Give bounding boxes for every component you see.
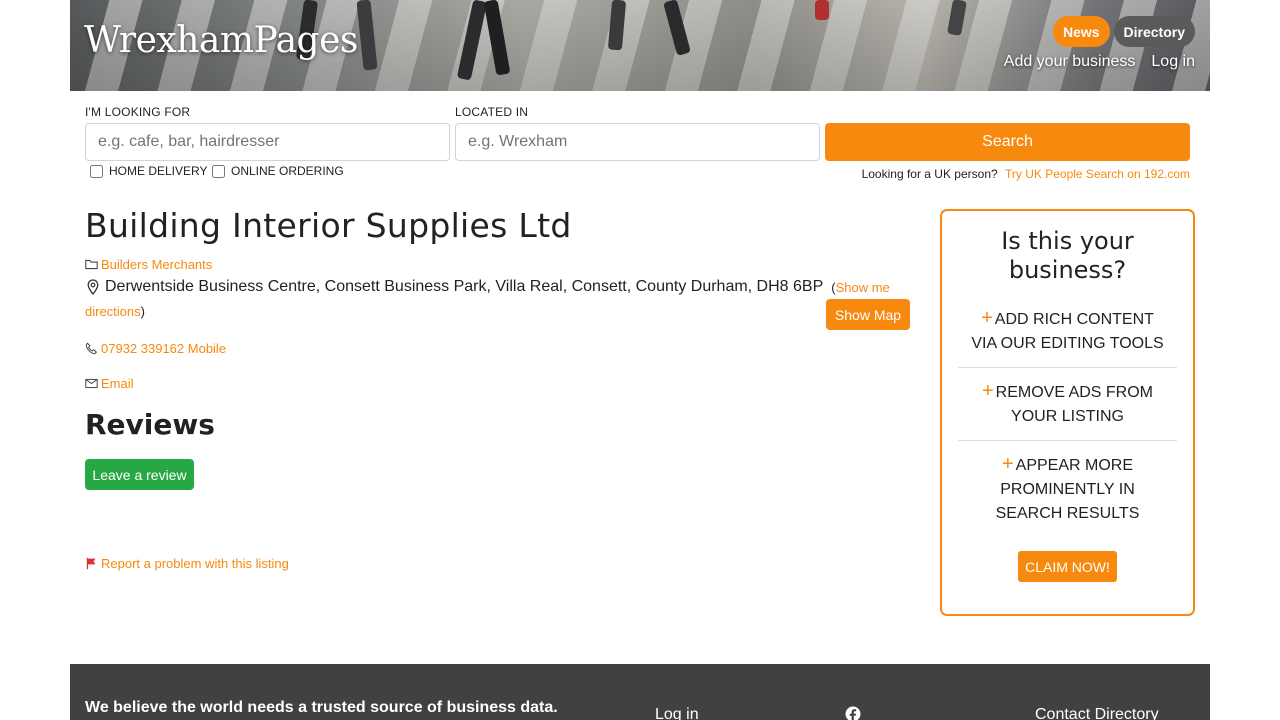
benefit-1-line-2: VIA OUR EDITING TOOLS	[971, 335, 1164, 352]
add-business-link[interactable]: Add your business	[1004, 53, 1136, 71]
online-ordering-checkbox[interactable]	[212, 164, 225, 178]
claim-heading-line-1: Is this your	[1001, 227, 1134, 255]
site-logo[interactable]: WrexhamPages	[84, 20, 358, 61]
benefit-prominence: + APPEAR MORE PROMINENTLY IN SEARCH RESUL…	[958, 452, 1177, 526]
login-link[interactable]: Log in	[1151, 53, 1195, 71]
benefit-rich-content: + ADD RICH CONTENT VIA OUR EDITING TOOLS	[958, 306, 1177, 356]
phone-row: 07932 339162 Mobile	[85, 341, 226, 356]
business-title: Building Interior Supplies Ltd	[85, 206, 572, 245]
leave-review-button[interactable]: Leave a review	[85, 459, 194, 490]
footer-login-link[interactable]: Log in	[655, 706, 699, 720]
report-problem-link[interactable]: Report a problem with this listing	[101, 556, 289, 571]
footer-contact-link[interactable]: Contact Directory	[1035, 706, 1159, 720]
home-delivery-label: HOME DELIVERY	[109, 164, 208, 178]
show-directions-link[interactable]: Show me	[836, 280, 890, 295]
flag-icon	[86, 557, 96, 570]
benefit-3-line-2: PROMINENTLY IN	[1000, 481, 1135, 498]
uk-people-search: Looking for a UK person? Try UK People S…	[862, 167, 1190, 181]
looking-for-input[interactable]	[85, 123, 450, 161]
benefit-3-line-1: APPEAR MORE	[1015, 457, 1134, 474]
reviews-heading: Reviews	[85, 408, 215, 441]
facebook-icon[interactable]	[845, 706, 861, 720]
top-links: Add your business Log in	[1004, 53, 1195, 71]
claim-business-box: Is this your business? + ADD RICH CONTENT…	[940, 209, 1195, 616]
show-map-button[interactable]: Show Map	[826, 299, 910, 330]
address-text: Derwentside Business Centre, Consett Bus…	[105, 278, 824, 295]
home-delivery-option[interactable]: HOME DELIVERY	[90, 164, 207, 178]
header-banner: WrexhamPages News Directory Add your bus…	[70, 0, 1210, 91]
show-directions-link-cont[interactable]: directions	[85, 304, 141, 319]
benefit-1-line-1: ADD RICH CONTENT	[994, 311, 1154, 328]
plus-icon: +	[1001, 453, 1014, 475]
benefit-divider	[958, 367, 1177, 368]
directions-close-paren: )	[140, 304, 145, 319]
address-row: Derwentside Business Centre, Consett Bus…	[85, 278, 890, 296]
benefit-divider	[958, 440, 1177, 441]
directory-pill[interactable]: Directory	[1113, 16, 1195, 47]
claim-heading: Is this your business?	[942, 227, 1193, 285]
footer-tagline: We believe the world needs a trusted sou…	[85, 699, 558, 716]
located-in-input[interactable]	[455, 123, 820, 161]
report-row: Report a problem with this listing	[85, 556, 289, 571]
uk-people-search-link[interactable]: Try UK People Search on 192.com	[1005, 167, 1190, 181]
benefit-3-line-3: SEARCH RESULTS	[995, 505, 1140, 522]
looking-for-label: I'M LOOKING FOR	[85, 105, 191, 119]
online-ordering-option[interactable]: ONLINE ORDERING	[212, 164, 344, 178]
email-link[interactable]: Email	[101, 376, 134, 391]
category-link[interactable]: Builders Merchants	[101, 257, 212, 272]
news-pill[interactable]: News	[1052, 16, 1110, 47]
benefit-2-line-1: REMOVE ADS FROM	[995, 384, 1154, 401]
uk-question: Looking for a UK person?	[861, 167, 998, 181]
map-pin-icon	[87, 279, 99, 295]
phone-icon	[85, 342, 98, 355]
home-delivery-checkbox[interactable]	[90, 164, 103, 178]
benefit-remove-ads: + REMOVE ADS FROM YOUR LISTING	[958, 379, 1177, 429]
plus-icon: +	[981, 380, 994, 402]
envelope-icon	[85, 378, 98, 389]
online-ordering-label: ONLINE ORDERING	[231, 164, 344, 178]
search-button[interactable]: Search	[825, 123, 1190, 161]
folder-icon	[85, 259, 98, 270]
plus-icon: +	[981, 307, 993, 329]
category-row: Builders Merchants	[85, 257, 212, 272]
claim-now-button[interactable]: CLAIM NOW!	[1018, 551, 1117, 582]
email-row: Email	[85, 376, 134, 391]
directions-row: directions)	[85, 304, 145, 319]
claim-heading-line-2: business?	[1008, 256, 1127, 284]
located-in-label: LOCATED IN	[455, 105, 529, 119]
benefit-2-line-2: YOUR LISTING	[1011, 408, 1124, 425]
phone-link[interactable]: 07932 339162 Mobile	[101, 341, 226, 356]
footer: We believe the world needs a trusted sou…	[70, 664, 1210, 720]
top-nav-pills: News Directory	[1052, 16, 1195, 47]
